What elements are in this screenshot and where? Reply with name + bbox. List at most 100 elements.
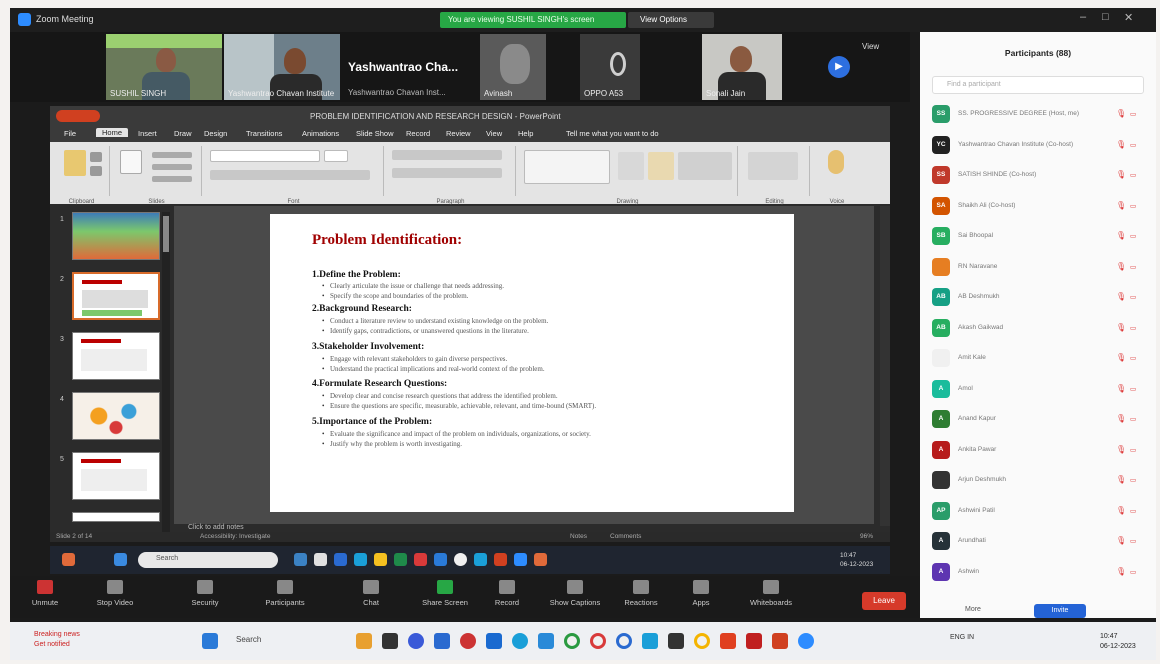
zoom-icon[interactable] — [514, 553, 527, 566]
tab-design[interactable]: Design — [204, 129, 227, 138]
next-page-arrow-icon[interactable]: ▶ — [828, 56, 850, 78]
app-icon[interactable] — [334, 553, 347, 566]
tell-me-search[interactable]: Tell me what you want to do — [566, 129, 659, 138]
participant-row[interactable]: A Ashwin 🎙 ▭ — [932, 560, 1146, 586]
video-tile[interactable]: Sonali Jain — [702, 34, 782, 100]
app-icon[interactable] — [394, 553, 407, 566]
video-tile[interactable]: Avinash — [480, 34, 546, 100]
participant-row[interactable]: YC Yashwantrao Chavan Institute (Co-host)… — [932, 133, 1146, 159]
tab-home[interactable]: Home — [96, 128, 129, 137]
more-button[interactable]: More — [965, 606, 981, 613]
notes-button[interactable]: Notes — [570, 533, 587, 540]
chrome-icon[interactable] — [454, 553, 467, 566]
slide-thumbnail[interactable] — [72, 332, 160, 380]
tab-insert[interactable]: Insert — [138, 129, 157, 138]
participant-row[interactable]: A Amol 🎙 ▭ — [932, 377, 1146, 403]
participant-row[interactable]: Amit Kale 🎙 ▭ — [932, 346, 1146, 372]
share-screen-button[interactable]: Share Screen — [410, 580, 480, 607]
whiteboards-button[interactable]: Whiteboards — [736, 580, 806, 607]
reset-icon[interactable] — [152, 164, 192, 170]
windows-start-icon[interactable] — [202, 633, 218, 649]
align-icons[interactable] — [392, 168, 502, 178]
thumbnail-scrollbar[interactable] — [162, 212, 170, 532]
tab-slide-show[interactable]: Slide Show — [356, 129, 394, 138]
copy-icon[interactable] — [90, 166, 102, 176]
participant-search-input[interactable]: Find a participant — [932, 76, 1144, 94]
leave-button[interactable]: Leave — [862, 592, 906, 610]
record-button[interactable]: Record — [472, 580, 542, 607]
comments-button[interactable]: Comments — [610, 533, 641, 540]
mail-icon[interactable] — [486, 633, 502, 649]
slide-thumbnail[interactable] — [72, 452, 160, 500]
stop-video-button[interactable]: Stop Video — [80, 580, 150, 607]
slide-thumbnail[interactable] — [72, 212, 160, 260]
accessibility-status[interactable]: Accessibility: Investigate — [200, 533, 270, 540]
shapes-gallery[interactable] — [524, 150, 610, 184]
slide-thumbnail-selected[interactable] — [72, 272, 160, 320]
quick-styles-icon[interactable] — [648, 152, 674, 180]
chrome-icon[interactable] — [564, 633, 580, 649]
tab-animations[interactable]: Animations — [302, 129, 339, 138]
shared-search-box[interactable]: Search — [138, 552, 278, 568]
participant-row[interactable]: SA Shaikh Ali (Co-host) 🎙 ▭ — [932, 194, 1146, 220]
shape-fill-icons[interactable] — [678, 152, 732, 180]
host-search[interactable]: Search — [236, 635, 261, 644]
app-icon[interactable] — [474, 553, 487, 566]
current-slide[interactable]: Problem Identification: 1.Define the Pro… — [270, 214, 794, 512]
app-icon[interactable] — [408, 633, 424, 649]
security-button[interactable]: Security — [170, 580, 240, 607]
participant-row[interactable]: AB Akash Gaikwad 🎙 ▭ — [932, 316, 1146, 342]
weather-icon[interactable] — [62, 553, 75, 566]
notes-placeholder[interactable]: Click to add notes — [188, 524, 244, 531]
pdf-icon[interactable] — [746, 633, 762, 649]
font-format-icons[interactable] — [210, 170, 370, 180]
participant-row[interactable]: Arjun Deshmukh 🎙 ▭ — [932, 468, 1146, 494]
tab-view[interactable]: View — [486, 129, 502, 138]
dictate-icon[interactable] — [828, 150, 844, 174]
chat-button[interactable]: Chat — [336, 580, 406, 607]
video-tile[interactable]: OPPO A53 — [580, 34, 640, 100]
app-icon[interactable] — [668, 633, 684, 649]
zoom-icon[interactable] — [798, 633, 814, 649]
edge-icon[interactable] — [512, 633, 528, 649]
participant-row[interactable]: AB AB Deshmukh 🎙 ▭ — [932, 285, 1146, 311]
powerpoint-icon[interactable] — [494, 553, 507, 566]
tab-draw[interactable]: Draw — [174, 129, 192, 138]
app-icon[interactable] — [720, 633, 736, 649]
cut-icon[interactable] — [90, 152, 102, 162]
zoom-level[interactable]: 96% — [860, 533, 873, 540]
app-icon[interactable] — [382, 633, 398, 649]
arrange-icon[interactable] — [618, 152, 644, 180]
participant-row[interactable]: A Anand Kapur 🎙 ▭ — [932, 407, 1146, 433]
autosave-toggle[interactable] — [56, 110, 100, 122]
tab-record[interactable]: Record — [406, 129, 430, 138]
app-icon[interactable] — [356, 633, 372, 649]
list-icons[interactable] — [392, 150, 502, 160]
minimize-icon[interactable]: – — [1080, 11, 1086, 23]
invite-button[interactable]: Invite — [1034, 604, 1086, 618]
tab-transitions[interactable]: Transitions — [246, 129, 282, 138]
font-size-select[interactable] — [324, 150, 348, 162]
video-tile[interactable]: SUSHIL SINGH — [106, 34, 222, 100]
tab-file[interactable]: File — [64, 129, 76, 138]
participant-row[interactable]: AP Ashwini Patil 🎙 ▭ — [932, 499, 1146, 525]
participant-row[interactable]: SS SATISH SHINDE (Co-host) 🎙 ▭ — [932, 163, 1146, 189]
app-icon[interactable] — [460, 633, 476, 649]
participant-row[interactable]: SS SS. PROGRESSIVE DEGREE (Host, me) 🎙 ▭ — [932, 102, 1146, 128]
view-options-button[interactable]: View Options — [628, 12, 714, 28]
tab-review[interactable]: Review — [446, 129, 471, 138]
slide-thumbnail[interactable] — [72, 392, 160, 440]
chrome-icon[interactable] — [590, 633, 606, 649]
app-icon[interactable] — [354, 553, 367, 566]
chrome-icon[interactable] — [694, 633, 710, 649]
maximize-icon[interactable]: □ — [1102, 11, 1109, 23]
find-replace-icons[interactable] — [748, 152, 798, 180]
participant-row[interactable]: A Arundhati 🎙 ▭ — [932, 529, 1146, 555]
app-icon[interactable] — [534, 553, 547, 566]
participant-row[interactable]: SB Sai Bhoopal 🎙 ▭ — [932, 224, 1146, 250]
section-icon[interactable] — [152, 176, 192, 182]
language-indicator[interactable]: ENG IN — [950, 634, 974, 641]
unmute-button[interactable]: Unmute — [10, 580, 80, 607]
new-slide-icon[interactable] — [120, 150, 142, 174]
font-name-select[interactable] — [210, 150, 320, 162]
